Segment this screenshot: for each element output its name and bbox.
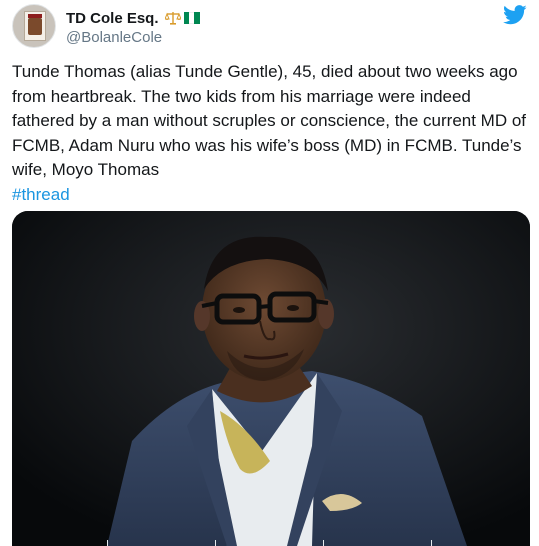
tweet-card: TD Cole Esq. @BolanleCole Tunde Thomas (… <box>0 0 539 546</box>
twitter-bird-icon[interactable] <box>503 5 527 25</box>
tweet-media[interactable] <box>12 211 530 546</box>
hashtag-link[interactable]: #thread <box>12 185 70 204</box>
scales-icon <box>164 12 181 25</box>
nigeria-flag-icon <box>183 12 200 24</box>
tweet-text: Tunde Thomas (alias Tunde Gentle), 45, d… <box>12 60 532 207</box>
footer-dividers <box>0 540 539 546</box>
user-info[interactable]: TD Cole Esq. @BolanleCole <box>66 8 200 46</box>
tweet-body: Tunde Thomas (alias Tunde Gentle), 45, d… <box>12 62 531 179</box>
avatar[interactable] <box>12 4 56 48</box>
avatar-photo <box>28 18 42 35</box>
display-name[interactable]: TD Cole Esq. <box>66 10 159 27</box>
user-handle[interactable]: @BolanleCole <box>66 29 200 46</box>
portrait-photo <box>12 211 530 546</box>
name-row: TD Cole Esq. <box>66 8 200 28</box>
